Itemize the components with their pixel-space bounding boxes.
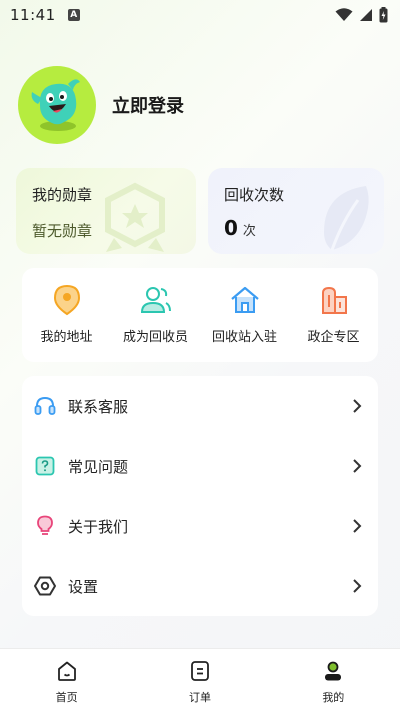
quick-action-address[interactable]: 我的地址: [22, 268, 111, 362]
medal-badge-icon: [105, 182, 165, 252]
signal-icon: [360, 9, 372, 21]
home-icon: [229, 284, 261, 316]
quick-action-station[interactable]: 回收站入驻: [200, 268, 289, 362]
status-icons: [335, 7, 388, 23]
notification-icon: A: [67, 9, 80, 21]
menu-item-label: 关于我们: [68, 517, 129, 536]
nav-tab-label: 我的: [322, 691, 345, 704]
menu-item-label: 联系客服: [68, 397, 129, 416]
status-bar: 11:41 A: [0, 0, 400, 30]
recycle-card-title: 回收次数: [224, 186, 285, 204]
order-icon: [188, 659, 212, 683]
nav-tab-profile[interactable]: 我的: [267, 649, 400, 712]
nav-tab-orders[interactable]: 订单: [133, 649, 266, 712]
location-pin-icon: [51, 284, 83, 316]
leaf-icon: [324, 186, 369, 251]
medal-card[interactable]: 我的勋章 暂无勋章: [16, 168, 196, 254]
profile-icon: [321, 659, 345, 683]
chevron-right-icon: [350, 519, 364, 533]
menu-item-settings[interactable]: 设置: [22, 556, 378, 616]
menu-item-about[interactable]: 关于我们: [22, 496, 378, 556]
quick-actions: 我的地址 成为回收员 回收站入驻 政企专区: [22, 268, 378, 362]
recycle-count: 0 次: [224, 216, 256, 240]
headset-icon: [34, 395, 56, 417]
menu-item-customer-service[interactable]: 联系客服: [22, 376, 378, 436]
medal-card-title: 我的勋章: [32, 186, 93, 204]
menu-item-label: 设置: [68, 577, 99, 596]
mascot-icon: [31, 79, 80, 131]
chevron-right-icon: [350, 399, 364, 413]
menu-item-label: 常见问题: [68, 457, 129, 476]
nav-tab-home[interactable]: 首页: [0, 649, 133, 712]
recycle-count-card[interactable]: 回收次数 0 次: [208, 168, 384, 254]
recycle-count-value: 0: [224, 216, 238, 240]
quick-action-enterprise[interactable]: 政企专区: [289, 268, 378, 362]
buildings-icon: [318, 284, 350, 316]
profile-header[interactable]: 立即登录: [18, 66, 184, 144]
status-time: 11:41: [10, 6, 56, 24]
bottom-nav: 首页 订单 我的: [0, 648, 400, 712]
chevron-right-icon: [350, 459, 364, 473]
chevron-right-icon: [350, 579, 364, 593]
quick-action-recycler[interactable]: 成为回收员: [111, 268, 200, 362]
quick-action-label: 成为回收员: [122, 330, 188, 345]
avatar[interactable]: [18, 66, 96, 144]
users-icon: [140, 284, 172, 316]
menu-item-faq[interactable]: 常见问题: [22, 436, 378, 496]
battery-icon: [379, 7, 388, 23]
quick-action-label: 我的地址: [40, 330, 93, 345]
login-link[interactable]: 立即登录: [112, 92, 184, 118]
home-nav-icon: [55, 659, 79, 683]
wifi-icon: [335, 8, 353, 21]
lightbulb-icon: [34, 515, 56, 537]
nav-tab-label: 订单: [188, 691, 211, 704]
settings-hex-icon: [34, 575, 56, 597]
nav-tab-label: 首页: [55, 691, 78, 704]
settings-menu: 联系客服 常见问题 关于我们 设置: [22, 376, 378, 616]
question-icon: [34, 455, 56, 477]
quick-action-label: 政企专区: [307, 330, 360, 345]
medal-card-subtitle: 暂无勋章: [32, 222, 93, 240]
recycle-count-unit: 次: [242, 224, 256, 239]
quick-action-label: 回收站入驻: [211, 330, 277, 345]
